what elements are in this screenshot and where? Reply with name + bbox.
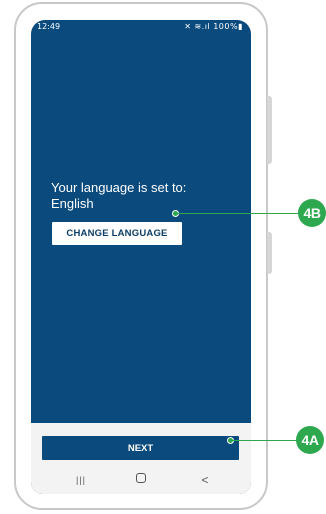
callout-4b-line	[176, 213, 298, 214]
volume-button	[267, 96, 272, 164]
callout-4a-line	[231, 440, 298, 441]
current-language: English	[51, 196, 94, 211]
recent-apps-icon[interactable]: |||	[69, 473, 93, 487]
status-icons: ✕ ≋.ıl 100%▮	[184, 22, 243, 31]
phone-screen: 12:49 ✕ ≋.ıl 100%▮ Your language is set …	[31, 20, 251, 494]
back-icon[interactable]: <	[193, 473, 217, 487]
callout-4b-badge: 4B	[298, 199, 326, 227]
language-heading: Your language is set to: English	[51, 180, 241, 212]
status-time: 12:49	[37, 22, 61, 31]
bottom-panel: NEXT ||| <	[31, 423, 251, 494]
language-heading-label: Your language is set to:	[51, 180, 187, 195]
change-language-button[interactable]: CHANGE LANGUAGE	[52, 222, 182, 245]
home-icon[interactable]	[129, 473, 153, 487]
status-bar: 12:49 ✕ ≋.ıl 100%▮	[31, 20, 251, 34]
power-button	[267, 232, 272, 274]
callout-4a-badge: 4A	[296, 426, 324, 454]
next-button[interactable]: NEXT	[42, 436, 239, 460]
language-panel: Your language is set to: English CHANGE …	[31, 34, 251, 434]
navigation-bar: ||| <	[31, 467, 251, 494]
